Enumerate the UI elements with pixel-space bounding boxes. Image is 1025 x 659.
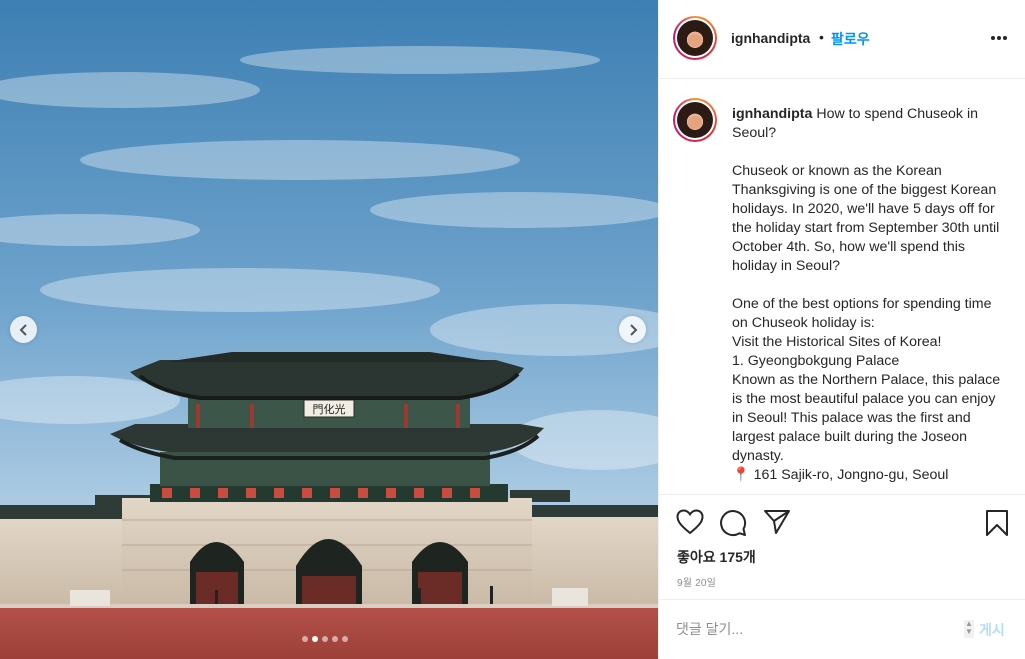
post-comment-button[interactable]: 게시 [979,620,1005,640]
post-actions: 좋아요 175개 9월 20일 [659,494,1025,599]
author-username[interactable]: ignhandipta [731,30,810,46]
like-button[interactable] [676,509,704,540]
comment-button[interactable] [719,509,747,542]
heart-icon [676,509,704,535]
avatar[interactable] [673,16,717,60]
comment-input[interactable] [676,618,951,640]
post-date[interactable]: 9월 20일 [677,574,716,589]
post-photo[interactable]: 門化光 [0,0,658,659]
caption-avatar[interactable] [673,98,717,142]
carousel-dot [342,636,348,642]
spinner-icon: ▲ ▼ [964,619,974,638]
share-button[interactable] [763,509,791,540]
follow-separator: • [819,29,824,45]
carousel-dot [322,636,328,642]
palace-sign: 門化光 [313,402,346,416]
caption: ignhandipta How to spend Chuseok in Seou… [732,105,1007,485]
caption-area[interactable]: ignhandipta How to spend Chuseok in Seou… [659,80,1025,494]
carousel-next-button[interactable] [619,316,646,343]
like-count[interactable]: 좋아요 175개 [677,547,756,567]
gwanghwamun-photo: 門化光 [0,0,658,659]
share-icon [764,510,790,534]
comment-icon [720,510,747,537]
carousel-dot [302,636,308,642]
carousel-dot [332,636,338,642]
carousel-dot [312,636,318,642]
carousel-indicator [302,636,348,642]
caption-username[interactable]: ignhandipta [732,106,812,122]
comment-bar: ▲▼ 게시 [659,599,1025,659]
post-side-panel: ignhandipta • 팔로우 ignhandipta How to spe… [658,0,1025,659]
carousel-prev-button[interactable] [10,316,37,343]
save-button[interactable] [985,509,1009,542]
follow-button[interactable]: 팔로우 [831,29,870,49]
post-header: ignhandipta • 팔로우 [659,0,1025,79]
bookmark-icon [986,510,1008,536]
chevron-right-icon [629,323,637,336]
caption-text: How to spend Chuseok in Seoul? Chuseok o… [732,106,1001,483]
more-options-icon[interactable] [991,36,1007,40]
chevron-left-icon [19,323,27,336]
